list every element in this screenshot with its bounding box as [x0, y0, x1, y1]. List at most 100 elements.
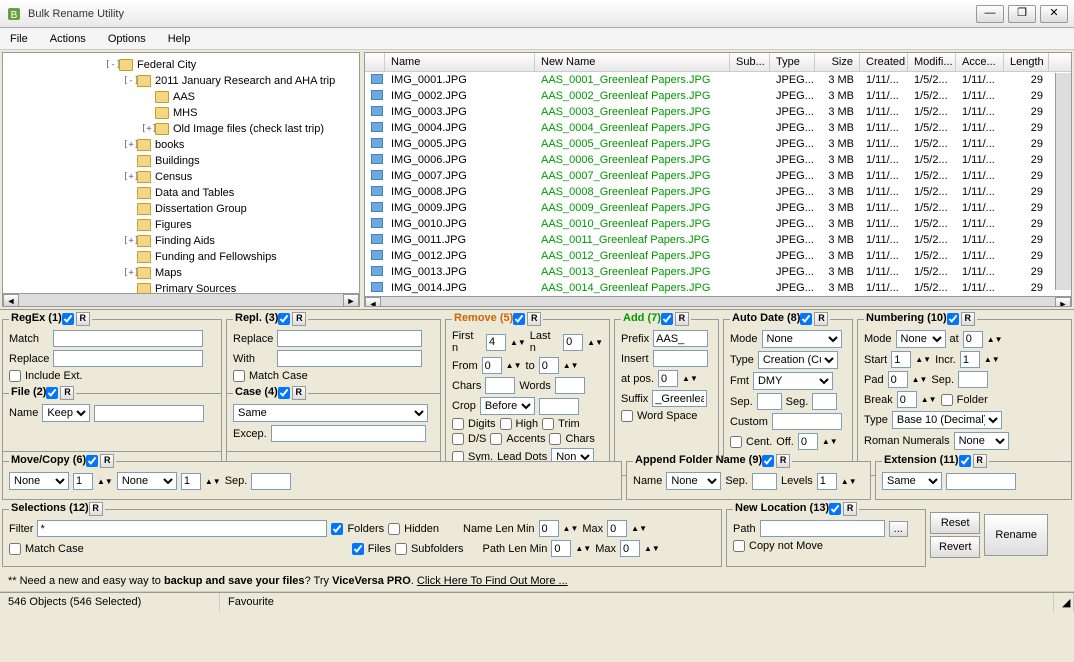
extension-select[interactable]: Same [882, 472, 942, 490]
selections-namelenmax-input[interactable] [607, 520, 627, 537]
tree-item[interactable]: [+]books [7, 137, 355, 153]
newlocation-reset-button[interactable]: R [843, 502, 857, 516]
numbering-enable-checkbox[interactable] [947, 313, 959, 325]
file-row[interactable]: IMG_0008.JPGAAS_0008_Greenleaf Papers.JP… [365, 184, 1071, 200]
menu-help[interactable]: Help [164, 31, 195, 47]
autodate-cent-checkbox[interactable] [730, 436, 742, 448]
file-reset-button[interactable]: R [60, 386, 74, 400]
autodate-sep-input[interactable] [757, 393, 782, 410]
add-atpos-input[interactable] [658, 370, 678, 387]
file-row[interactable]: IMG_0009.JPGAAS_0009_Greenleaf Papers.JP… [365, 200, 1071, 216]
file-row[interactable]: IMG_0012.JPGAAS_0012_Greenleaf Papers.JP… [365, 248, 1071, 264]
file-row[interactable]: IMG_0010.JPGAAS_0010_Greenleaf Papers.JP… [365, 216, 1071, 232]
file-row[interactable]: IMG_0003.JPGAAS_0003_Greenleaf Papers.JP… [365, 104, 1071, 120]
list-scroll-left[interactable]: ◄ [365, 297, 381, 307]
file-list[interactable]: IMG_0001.JPGAAS_0001_Greenleaf Papers.JP… [365, 72, 1071, 296]
add-enable-checkbox[interactable] [661, 313, 673, 325]
folder-tree[interactable]: [-]Federal City[-]2011 January Research … [3, 53, 359, 293]
selections-filter-input[interactable] [37, 520, 327, 537]
tree-item[interactable]: [-]2011 January Research and AHA trip [7, 73, 355, 89]
tree-item[interactable]: MHS [7, 105, 355, 121]
expander-icon[interactable]: [+] [141, 124, 155, 134]
expander-icon[interactable]: [+] [123, 268, 137, 278]
list-scroll-right[interactable]: ► [1055, 297, 1071, 307]
repl-matchcase-checkbox[interactable] [233, 370, 245, 382]
resize-grip-icon[interactable]: ◢ [1054, 593, 1074, 612]
file-row[interactable]: IMG_0006.JPGAAS_0006_Greenleaf Papers.JP… [365, 152, 1071, 168]
add-insert-input[interactable] [653, 350, 708, 367]
scroll-left-button[interactable]: ◄ [3, 294, 19, 307]
autodate-mode-select[interactable]: None [762, 330, 842, 348]
appendfolder-sep-input[interactable] [752, 473, 777, 490]
remove-high-checkbox[interactable] [500, 418, 512, 430]
numbering-pad-input[interactable] [888, 371, 908, 388]
regex-replace-input[interactable] [53, 350, 203, 367]
add-reset-button[interactable]: R [675, 312, 689, 326]
numbering-roman-select[interactable]: None [954, 432, 1009, 450]
remove-reset-button[interactable]: R [527, 312, 541, 326]
close-button[interactable]: ✕ [1040, 5, 1068, 23]
expander-icon[interactable]: [-] [105, 60, 119, 70]
maximize-button[interactable]: ❐ [1008, 5, 1036, 23]
col-name[interactable]: Name [385, 53, 535, 71]
tree-item[interactable]: [+]Finding Aids [7, 233, 355, 249]
tree-item[interactable]: Primary Sources [7, 281, 355, 293]
file-row[interactable]: IMG_0013.JPGAAS_0013_Greenleaf Papers.JP… [365, 264, 1071, 280]
appendfolder-enable-checkbox[interactable] [762, 455, 774, 467]
menu-options[interactable]: Options [104, 31, 150, 47]
expander-icon[interactable]: [+] [123, 236, 137, 246]
autodate-enable-checkbox[interactable] [800, 313, 812, 325]
tree-item[interactable]: AAS [7, 89, 355, 105]
tree-item[interactable]: [-]Federal City [7, 57, 355, 73]
newlocation-enable-checkbox[interactable] [829, 503, 841, 515]
file-row[interactable]: IMG_0007.JPGAAS_0007_Greenleaf Papers.JP… [365, 168, 1071, 184]
selections-pathlenmax-input[interactable] [620, 540, 640, 557]
numbering-reset-button[interactable]: R [961, 312, 975, 326]
file-row[interactable]: IMG_0014.JPGAAS_0014_Greenleaf Papers.JP… [365, 280, 1071, 296]
repl-reset-button[interactable]: R [292, 312, 306, 326]
file-row[interactable]: IMG_0011.JPGAAS_0011_Greenleaf Papers.JP… [365, 232, 1071, 248]
movecopy-select1[interactable]: None [9, 472, 69, 490]
col-modified[interactable]: Modifi... [908, 53, 956, 71]
regex-enable-checkbox[interactable] [62, 313, 74, 325]
numbering-sep-input[interactable] [958, 371, 988, 388]
rename-button[interactable]: Rename [984, 514, 1048, 556]
regex-reset-button[interactable]: R [76, 312, 90, 326]
numbering-mode-select[interactable]: None [896, 330, 946, 348]
remove-trim-checkbox[interactable] [542, 418, 554, 430]
file-row[interactable]: IMG_0002.JPGAAS_0002_Greenleaf Papers.JP… [365, 88, 1071, 104]
autodate-reset-button[interactable]: R [814, 312, 828, 326]
expander-icon[interactable]: [-] [123, 76, 137, 86]
tree-item[interactable]: [+]Census [7, 169, 355, 185]
selections-hidden-checkbox[interactable] [388, 523, 400, 535]
movecopy-enable-checkbox[interactable] [86, 455, 98, 467]
expander-icon[interactable]: [+] [123, 172, 137, 182]
autodate-seg-input[interactable] [812, 393, 837, 410]
remove-accents-checkbox[interactable] [490, 433, 502, 445]
extension-reset-button[interactable]: R [973, 454, 987, 468]
newlocation-copynotmove-checkbox[interactable] [733, 540, 745, 552]
repl-replace-input[interactable] [277, 330, 422, 347]
numbering-folder-checkbox[interactable] [941, 394, 953, 406]
remove-crop-select[interactable]: Before [480, 397, 535, 415]
col-newname[interactable]: New Name [535, 53, 730, 71]
remove-digits-checkbox[interactable] [452, 418, 464, 430]
case-excep-input[interactable] [271, 425, 426, 442]
extension-enable-checkbox[interactable] [959, 455, 971, 467]
col-type[interactable]: Type [770, 53, 815, 71]
appendfolder-levels-input[interactable] [817, 473, 837, 490]
tree-item[interactable]: [+]Old Image files (check last trip) [7, 121, 355, 137]
numbering-at-input[interactable] [963, 331, 983, 348]
remove-ds-checkbox[interactable] [452, 433, 464, 445]
numbering-incr-input[interactable] [960, 351, 980, 368]
tree-item[interactable]: Figures [7, 217, 355, 233]
remove-from-input[interactable] [482, 357, 502, 374]
case-reset-button[interactable]: R [292, 386, 306, 400]
file-name-select[interactable]: Keep [42, 404, 90, 422]
remove-chars-input[interactable] [485, 377, 515, 394]
numbering-type-select[interactable]: Base 10 (Decimal) [892, 411, 1002, 429]
appendfolder-name-select[interactable]: None [666, 472, 721, 490]
add-wordspace-checkbox[interactable] [621, 410, 633, 422]
movecopy-reset-button[interactable]: R [100, 454, 114, 468]
remove-chars-checkbox[interactable] [549, 433, 561, 445]
